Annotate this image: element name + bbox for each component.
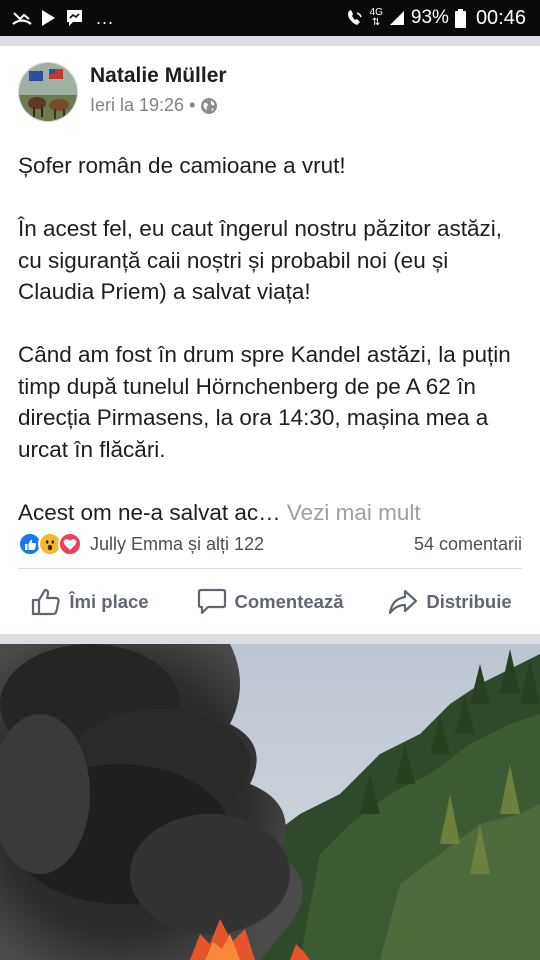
post-header: Natalie Müller Ieri la 19:26 •: [18, 62, 227, 122]
signal-icon: [389, 10, 405, 26]
missed-call-icon: [12, 10, 32, 26]
share-button[interactable]: Distribuie: [360, 588, 540, 616]
comment-bubble-icon: [197, 588, 227, 616]
network-indicator: 4G ⇅: [370, 8, 383, 28]
more-notifications: ...: [96, 7, 115, 28]
share-arrow-icon: [388, 588, 418, 616]
status-time: 00:46: [475, 6, 526, 29]
play-store-icon: [40, 9, 57, 27]
post-time[interactable]: Ieri la 19:26: [90, 95, 184, 116]
battery-icon: [454, 8, 466, 28]
reaction-names[interactable]: Jully Emma și alți 122: [90, 534, 264, 555]
messenger-icon: [65, 9, 84, 27]
comment-label: Comentează: [234, 591, 344, 612]
comment-button[interactable]: Comentează: [180, 588, 360, 616]
post-photo[interactable]: [0, 644, 540, 960]
meta-separator: •: [189, 95, 196, 115]
data-arrows-icon: ⇅: [372, 17, 381, 28]
post-truncated-line: Acest om ne-a salvat ac… Vezi mai mult: [18, 497, 526, 529]
feed-separator: [0, 634, 540, 644]
battery-percent: 93%: [410, 7, 449, 28]
status-notifications: ...: [12, 8, 114, 29]
actions-divider: [18, 568, 522, 569]
post-card: Natalie Müller Ieri la 19:26 • Șofer rom…: [0, 46, 540, 634]
post-text: Șofer român de camioane a vrut! În acest…: [18, 150, 526, 528]
post-paragraph: Când am fost în drum spre Kandel astăzi,…: [18, 342, 511, 462]
reactions-summary[interactable]: Jully Emma și alți 122 54 comentarii: [18, 527, 522, 561]
thumbs-up-icon: [31, 588, 61, 616]
like-label: Îmi place: [69, 591, 149, 612]
feed-separator: [0, 36, 540, 46]
status-bar: ... 4G ⇅ 93% 00:46: [0, 0, 540, 36]
globe-icon: [200, 97, 218, 115]
post-paragraph: Șofer român de camioane a vrut!: [18, 153, 346, 178]
reaction-icons: [18, 532, 82, 556]
comments-count[interactable]: 54 comentarii: [414, 534, 522, 555]
avatar[interactable]: [18, 62, 78, 122]
love-icon: [58, 532, 82, 556]
post-actions: Îmi place Comentează Distribuie: [0, 578, 540, 626]
see-more-link[interactable]: Vezi mai mult: [287, 500, 421, 525]
wifi-call-icon: [346, 9, 364, 27]
post-truncated-text: Acest om ne-a salvat ac…: [18, 499, 281, 525]
author-name[interactable]: Natalie Müller: [90, 64, 227, 88]
status-system: 4G ⇅ 93% 00:46: [346, 7, 526, 30]
like-button[interactable]: Îmi place: [0, 588, 180, 616]
share-label: Distribuie: [426, 591, 512, 612]
post-paragraph: În acest fel, eu caut îngerul nostru păz…: [18, 216, 503, 304]
post-meta: Ieri la 19:26 •: [90, 95, 227, 116]
